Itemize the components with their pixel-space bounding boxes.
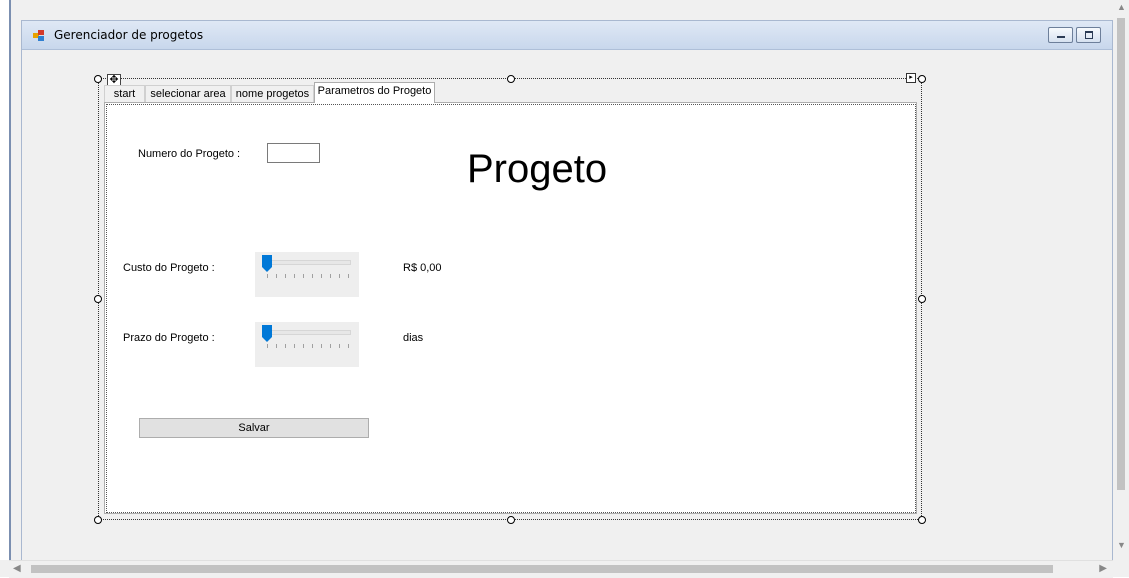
slider-tick — [276, 344, 277, 348]
vertical-scroll-thumb[interactable] — [1117, 18, 1125, 490]
resize-handle-top-right[interactable] — [918, 75, 926, 83]
resize-handle-top[interactable] — [507, 75, 515, 83]
slider-tick — [267, 274, 268, 278]
slider-tick — [267, 344, 268, 348]
numero-label: Numero do Progeto : — [138, 148, 241, 160]
resize-handle-bottom-right[interactable] — [918, 516, 926, 524]
horizontal-scroll-thumb[interactable] — [31, 565, 1053, 573]
numero-input[interactable] — [267, 143, 320, 163]
scroll-right-icon[interactable]: ▶ — [1099, 563, 1107, 574]
save-button[interactable]: Salvar — [139, 418, 369, 438]
custo-slider[interactable] — [255, 252, 359, 297]
designer-surface: Gerenciador de progetos ✥ ▸ start seleci… — [0, 0, 1129, 578]
slider-thumb[interactable] — [262, 325, 272, 342]
slider-tick — [312, 344, 313, 348]
page-heading: Progeto — [467, 147, 608, 191]
slider-tick — [339, 274, 340, 278]
prazo-slider[interactable] — [255, 322, 359, 367]
slider-tick — [330, 274, 331, 278]
slider-tick — [348, 274, 349, 278]
slider-tick — [285, 344, 286, 348]
maximize-button[interactable] — [1076, 27, 1101, 43]
slider-tick — [285, 274, 286, 278]
slider-tick — [294, 344, 295, 348]
slider-tick — [321, 344, 322, 348]
resize-handle-bottom-left[interactable] — [94, 516, 102, 524]
resize-handle-right[interactable] — [918, 295, 926, 303]
form-app-icon — [33, 30, 47, 42]
slider-tick — [303, 274, 304, 278]
tab-start[interactable]: start — [104, 85, 145, 102]
slider-tick — [303, 344, 304, 348]
vertical-scrollbar[interactable]: ▲ ▼ — [1113, 0, 1129, 577]
title-bar[interactable]: Gerenciador de progetos — [22, 21, 1112, 50]
tab-selecionar-area[interactable]: selecionar area — [145, 85, 231, 102]
resize-handle-bottom[interactable] — [507, 516, 515, 524]
scroll-left-icon[interactable]: ◀ — [13, 563, 21, 574]
prazo-unit: dias — [403, 332, 424, 344]
scroll-down-icon[interactable]: ▼ — [1117, 540, 1126, 550]
smart-tag-arrow-icon[interactable]: ▸ — [906, 73, 916, 83]
prazo-label: Prazo do Progeto : — [123, 332, 215, 344]
slider-track — [264, 260, 351, 265]
slider-track — [264, 330, 351, 335]
toolbox-edge — [0, 0, 11, 560]
tab-parametros-do-progeto[interactable]: Parametros do Progeto — [314, 82, 435, 103]
slider-tick — [294, 274, 295, 278]
slider-tick — [276, 274, 277, 278]
slider-tick — [339, 344, 340, 348]
slider-tick — [312, 274, 313, 278]
tab-nome-progetos[interactable]: nome progetos — [231, 85, 314, 102]
window-title: Gerenciador de progetos — [54, 28, 204, 42]
slider-tick — [330, 344, 331, 348]
minimize-button[interactable] — [1048, 27, 1073, 43]
custo-label: Custo do Progeto : — [123, 262, 215, 274]
slider-tick — [348, 344, 349, 348]
scroll-up-icon[interactable]: ▲ — [1117, 2, 1126, 12]
slider-tick — [321, 274, 322, 278]
slider-thumb[interactable] — [262, 255, 272, 272]
horizontal-scrollbar[interactable]: ◀ ▶ — [9, 560, 1113, 578]
custo-value: R$ 0,00 — [403, 262, 442, 274]
resize-handle-left[interactable] — [94, 295, 102, 303]
resize-handle-top-left[interactable] — [94, 75, 102, 83]
